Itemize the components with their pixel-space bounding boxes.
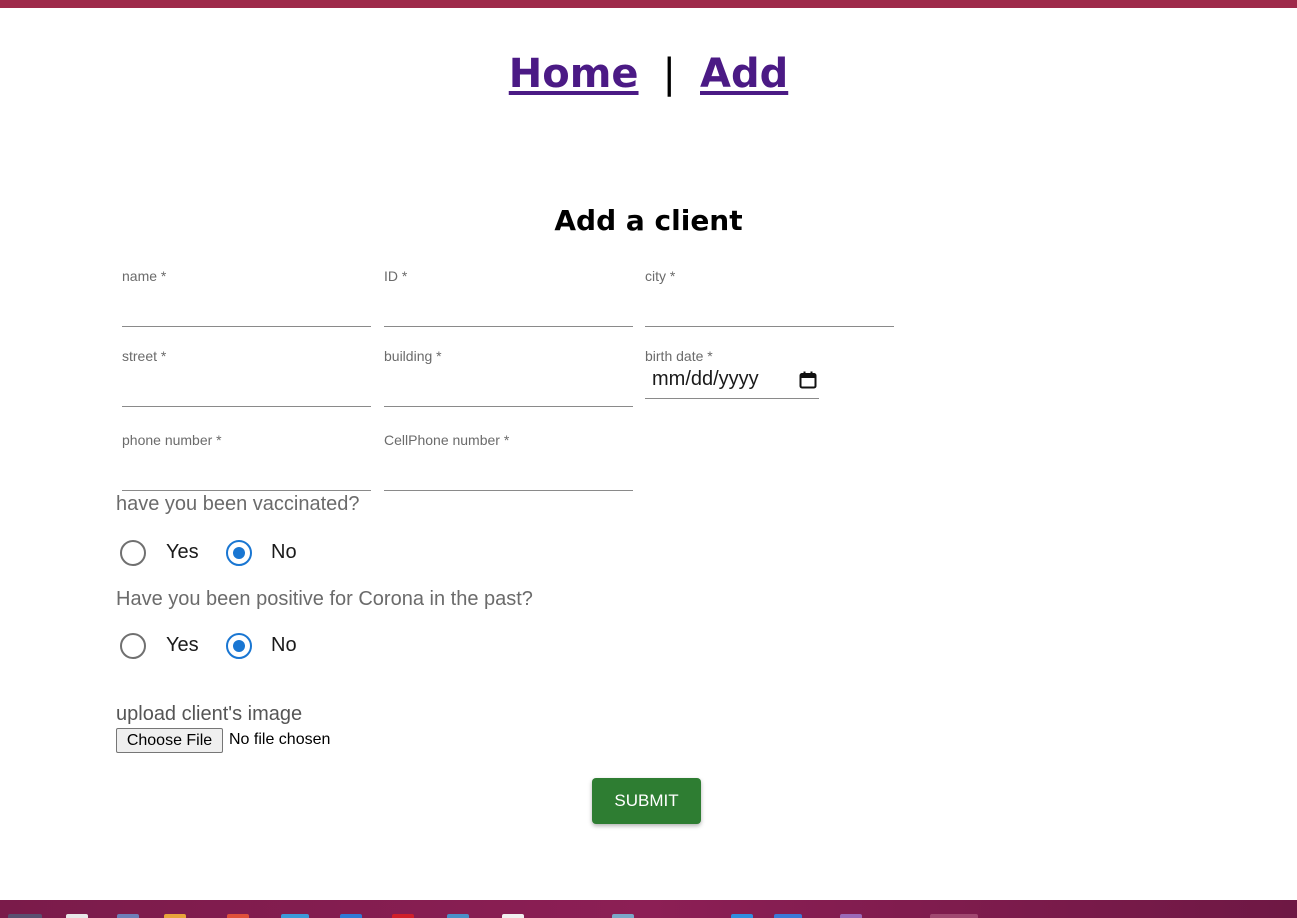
phone-number-field[interactable]: phone number * xyxy=(122,432,371,492)
taskbar-app-icon[interactable] xyxy=(281,914,309,918)
birth-date-label: birth date * xyxy=(645,348,713,364)
taskbar-app-icon[interactable] xyxy=(731,914,753,918)
radio-selected-dot xyxy=(233,547,245,559)
cellphone-number-label: CellPhone number * xyxy=(384,432,510,448)
birth-date-field[interactable]: birth date * mm/dd/yyyy xyxy=(645,348,819,408)
file-status: No file chosen xyxy=(229,731,331,748)
name-underline xyxy=(122,326,371,327)
birth-date-underline xyxy=(645,398,819,399)
city-field[interactable]: city * xyxy=(645,268,894,328)
street-label: street * xyxy=(122,348,167,364)
taskbar-app-icon[interactable] xyxy=(392,914,414,918)
building-field[interactable]: building * xyxy=(384,348,633,408)
taskbar-app-icon[interactable] xyxy=(117,914,139,918)
taskbar-app-icon[interactable] xyxy=(502,914,524,918)
building-underline xyxy=(384,406,633,407)
calendar-icon[interactable] xyxy=(799,371,817,389)
top-accent-bar xyxy=(0,0,1297,8)
phone-number-underline xyxy=(122,490,371,491)
upload-label: upload client's image xyxy=(116,703,303,725)
taskbar-app-icon[interactable] xyxy=(840,914,862,918)
cellphone-number-field[interactable]: CellPhone number * xyxy=(384,432,633,492)
vaccinated-question: have you been vaccinated? xyxy=(116,493,360,515)
nav-add-link[interactable]: Add xyxy=(700,51,788,97)
name-label: name * xyxy=(122,268,167,284)
submit-button[interactable]: SUBMIT xyxy=(592,778,701,824)
city-underline xyxy=(645,326,894,327)
nav-separator: | xyxy=(662,51,676,97)
taskbar-app-icon[interactable] xyxy=(164,914,186,918)
vaccinated-yes-label[interactable]: Yes xyxy=(166,541,199,564)
street-field[interactable]: street * xyxy=(122,348,371,408)
street-underline xyxy=(122,406,371,407)
city-label: city * xyxy=(645,268,676,284)
taskbar-app-icon[interactable] xyxy=(227,914,249,918)
start-icon[interactable] xyxy=(8,914,42,918)
corona-no-label[interactable]: No xyxy=(271,634,297,657)
id-field[interactable]: ID * xyxy=(384,268,633,328)
main-nav: Home | Add xyxy=(0,48,1297,100)
taskbar-app-icon[interactable] xyxy=(66,914,88,918)
taskbar-app-icon[interactable] xyxy=(340,914,362,918)
building-label: building * xyxy=(384,348,442,364)
form-title: Add a client xyxy=(554,204,743,237)
name-field[interactable]: name * xyxy=(122,268,371,328)
cellphone-number-underline xyxy=(384,490,633,491)
phone-number-label: phone number * xyxy=(122,432,222,448)
corona-yes-radio[interactable] xyxy=(120,633,146,659)
vaccinated-yes-radio[interactable] xyxy=(120,540,146,566)
radio-selected-dot xyxy=(233,640,245,652)
taskbar-app-icon[interactable] xyxy=(612,914,634,918)
taskbar-app-icon[interactable] xyxy=(774,914,802,918)
id-underline xyxy=(384,326,633,327)
corona-question: Have you been positive for Corona in the… xyxy=(116,588,533,610)
birth-date-placeholder: mm/dd/yyyy xyxy=(652,368,759,390)
vaccinated-no-radio[interactable] xyxy=(226,540,252,566)
taskbar xyxy=(0,900,1297,918)
nav-home-link[interactable]: Home xyxy=(509,51,639,97)
taskbar-app-icon[interactable] xyxy=(930,914,978,918)
vaccinated-no-label[interactable]: No xyxy=(271,541,297,564)
corona-no-radio[interactable] xyxy=(226,633,252,659)
taskbar-app-icon[interactable] xyxy=(447,914,469,918)
choose-file-button[interactable]: Choose File xyxy=(116,728,223,753)
corona-yes-label[interactable]: Yes xyxy=(166,634,199,657)
id-label: ID * xyxy=(384,268,408,284)
